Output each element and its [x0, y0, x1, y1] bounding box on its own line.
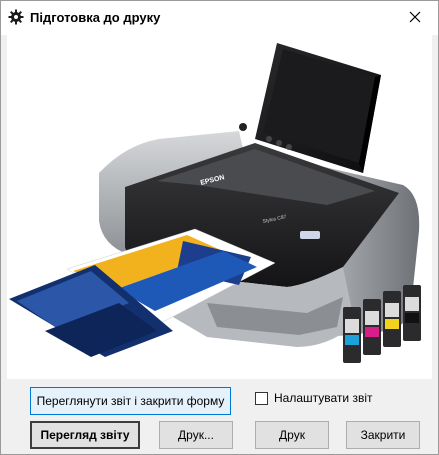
printer-image-panel: Bird International Airport EPSON Stylus …	[7, 35, 432, 379]
dialog-content: Bird International Airport EPSON Stylus …	[1, 35, 438, 454]
preview-and-close-label: Переглянути звіт і закрити форму	[36, 394, 225, 408]
checkbox-box[interactable]	[255, 391, 268, 405]
window-title: Підготовка до друку	[30, 10, 161, 25]
print-prepare-dialog: Підготовка до друку Bird International A…	[0, 0, 439, 455]
print-dialog-label: Друк...	[178, 428, 214, 442]
close-icon	[409, 11, 421, 23]
print-button[interactable]: Друк	[255, 421, 329, 449]
report-preview-button[interactable]: Перегляд звіту	[30, 421, 140, 449]
report-preview-label: Перегляд звіту	[40, 428, 130, 442]
print-label: Друк	[279, 428, 305, 442]
close-button[interactable]: Закрити	[346, 421, 420, 449]
print-dialog-button[interactable]: Друк...	[159, 421, 233, 449]
preview-and-close-button[interactable]: Переглянути звіт і закрити форму	[30, 387, 231, 415]
gear-icon	[8, 9, 24, 25]
configure-report-label: Налаштувати звіт	[274, 391, 373, 405]
printer-illustration: Bird International Airport EPSON Stylus …	[9, 43, 421, 379]
close-window-button[interactable]	[392, 1, 438, 33]
title-bar: Підготовка до друку	[1, 1, 438, 35]
configure-report-checkbox[interactable]: Налаштувати звіт	[255, 389, 373, 407]
close-label: Закрити	[360, 428, 406, 442]
